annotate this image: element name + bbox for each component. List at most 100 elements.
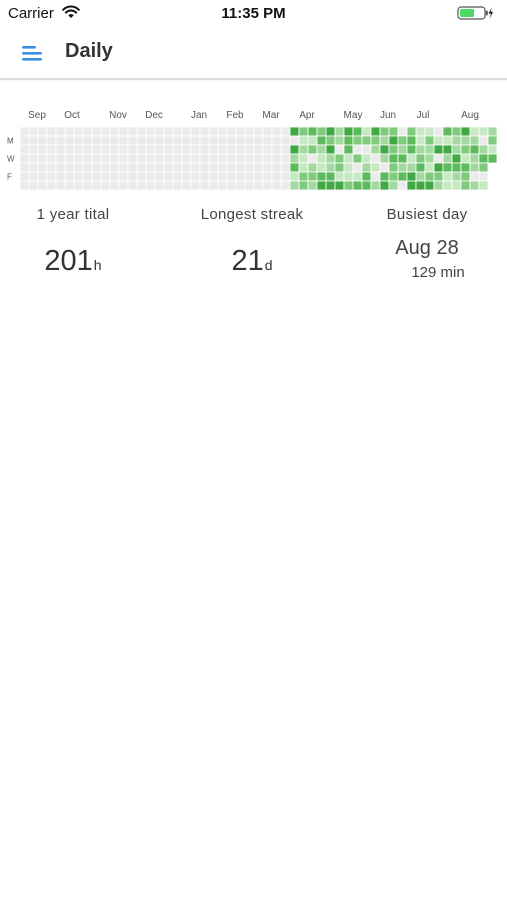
heatmap-cell bbox=[361, 153, 372, 164]
heatmap-cell bbox=[109, 126, 120, 137]
heatmap-cell bbox=[262, 153, 273, 164]
heatmap-cell bbox=[208, 144, 219, 155]
heatmap-cell bbox=[388, 126, 399, 137]
weekday-label: F bbox=[7, 173, 12, 182]
heatmap-cell bbox=[235, 162, 246, 173]
heatmap-cell bbox=[208, 162, 219, 173]
heatmap-cell bbox=[37, 153, 48, 164]
heatmap-cell bbox=[37, 126, 48, 137]
heatmap-cell bbox=[127, 180, 138, 191]
heatmap-cell bbox=[82, 144, 93, 155]
heatmap-cell bbox=[262, 135, 273, 146]
heatmap-cell bbox=[109, 162, 120, 173]
heatmap-cell bbox=[343, 162, 354, 173]
heatmap-cell bbox=[316, 162, 327, 173]
heatmap-cell bbox=[163, 135, 174, 146]
heatmap-cell bbox=[316, 171, 327, 182]
heatmap-cell bbox=[316, 135, 327, 146]
heatmap-cell bbox=[181, 135, 192, 146]
heatmap-cell bbox=[433, 153, 444, 164]
heatmap-cell bbox=[127, 162, 138, 173]
heatmap-cell bbox=[433, 180, 444, 191]
heatmap-cell bbox=[280, 135, 291, 146]
heatmap-cell bbox=[253, 153, 264, 164]
heatmap-cell bbox=[388, 171, 399, 182]
heatmap-cell bbox=[163, 153, 174, 164]
heatmap-cell bbox=[154, 162, 165, 173]
heatmap-cell bbox=[244, 144, 255, 155]
heatmap-cell bbox=[424, 153, 435, 164]
heatmap-cell bbox=[145, 153, 156, 164]
heatmap-cell bbox=[487, 135, 498, 146]
heatmap-cell bbox=[325, 144, 336, 155]
heatmap-cell bbox=[280, 126, 291, 137]
busiest-day-date: Aug 28 bbox=[395, 237, 459, 259]
heatmap-cell bbox=[361, 162, 372, 173]
heatmap-cell bbox=[100, 144, 111, 155]
heatmap-cell bbox=[343, 126, 354, 137]
heatmap-cell bbox=[469, 171, 480, 182]
month-label: Aug bbox=[461, 110, 479, 121]
heatmap-cell bbox=[19, 153, 30, 164]
heatmap-cell bbox=[172, 126, 183, 137]
heatmap-cell bbox=[136, 144, 147, 155]
heatmap-cell bbox=[28, 180, 39, 191]
heatmap-cell bbox=[163, 144, 174, 155]
activity-heatmap: Sep Oct Nov Dec Jan Feb Mar Apr May Jun Jul Aug MWF bbox=[7, 110, 498, 191]
heatmap-cell bbox=[442, 126, 453, 137]
heatmap-cell bbox=[424, 144, 435, 155]
heatmap-cell bbox=[280, 171, 291, 182]
heatmap-cell bbox=[19, 126, 30, 137]
battery-charging-icon bbox=[457, 6, 493, 20]
heatmap-cell bbox=[352, 153, 363, 164]
month-label: Nov bbox=[109, 110, 127, 121]
month-label: Jul bbox=[417, 110, 430, 121]
heatmap-cell bbox=[307, 135, 318, 146]
heatmap-cell bbox=[343, 135, 354, 146]
heatmap-cell bbox=[64, 162, 75, 173]
heatmap-cell bbox=[28, 162, 39, 173]
heatmap-cell bbox=[388, 135, 399, 146]
month-label: Mar bbox=[262, 110, 280, 121]
heatmap-cell bbox=[361, 126, 372, 137]
heatmap-cell bbox=[361, 135, 372, 146]
heatmap-cell bbox=[433, 126, 444, 137]
heatmap-cell bbox=[361, 171, 372, 182]
heatmap-cell bbox=[199, 180, 210, 191]
heatmap-cell bbox=[415, 144, 426, 155]
heatmap-cell bbox=[208, 135, 219, 146]
heatmap-cell bbox=[469, 162, 480, 173]
heatmap-cell bbox=[244, 135, 255, 146]
heatmap-cell bbox=[361, 144, 372, 155]
total-time-label: 1 year tital bbox=[36, 206, 110, 223]
heatmap-cell bbox=[298, 135, 309, 146]
heatmap-cell bbox=[64, 180, 75, 191]
heatmap-cell bbox=[217, 180, 228, 191]
heatmap-cell bbox=[298, 180, 309, 191]
heatmap-cell bbox=[397, 135, 408, 146]
heatmap-cell bbox=[307, 153, 318, 164]
heatmap-cell bbox=[226, 162, 237, 173]
heatmap-cell bbox=[127, 135, 138, 146]
hamburger-menu-icon[interactable] bbox=[20, 42, 46, 64]
heatmap-cell bbox=[208, 126, 219, 137]
heatmap-cell bbox=[478, 162, 489, 173]
heatmap-cell bbox=[199, 171, 210, 182]
heatmap-cell bbox=[154, 126, 165, 137]
heatmap-cell bbox=[334, 144, 345, 155]
heatmap-cell bbox=[73, 144, 84, 155]
heatmap-cell bbox=[127, 153, 138, 164]
status-time: 11:35 PM bbox=[221, 5, 286, 22]
heatmap-cell bbox=[235, 144, 246, 155]
heatmap-cell bbox=[379, 126, 390, 137]
heatmap-cell bbox=[415, 180, 426, 191]
heatmap-cell bbox=[118, 126, 129, 137]
heatmap-cell bbox=[298, 144, 309, 155]
heatmap-cell bbox=[253, 144, 264, 155]
heatmap-cell bbox=[145, 126, 156, 137]
heatmap-cell bbox=[136, 171, 147, 182]
heatmap-cell bbox=[91, 126, 102, 137]
heatmap-cell bbox=[46, 153, 57, 164]
heatmap-cell bbox=[289, 135, 300, 146]
heatmap-cell bbox=[289, 171, 300, 182]
